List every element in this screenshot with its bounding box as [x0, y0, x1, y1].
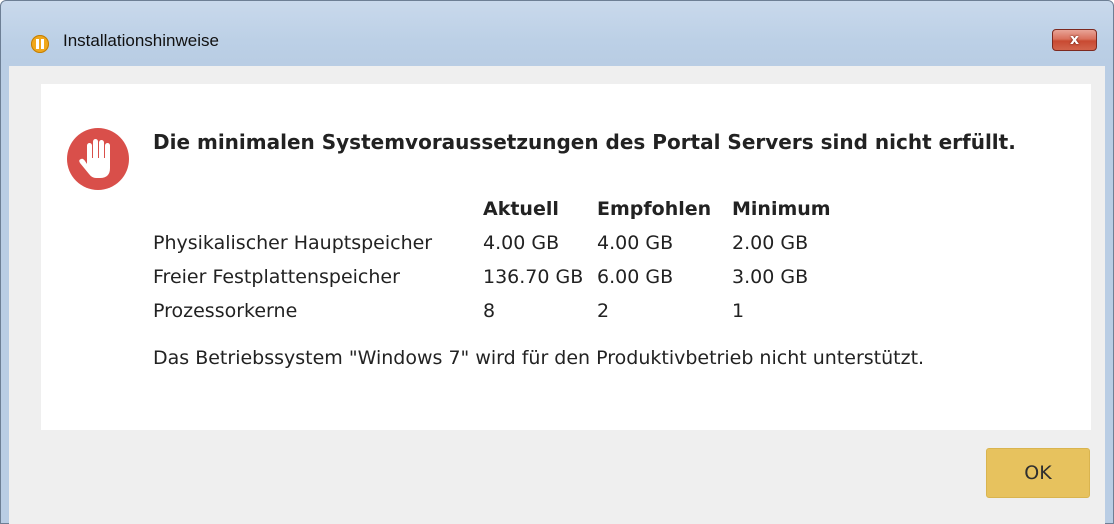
table-cell: 8 — [483, 300, 496, 322]
row-label: Prozessorkerne — [153, 300, 298, 322]
table-cell: 2 — [597, 300, 610, 322]
table-cell: 1 — [732, 300, 745, 322]
message-panel: Die minimalen Systemvoraussetzungen des … — [41, 84, 1091, 430]
row-label: Physikalischer Hauptspeicher — [153, 232, 433, 254]
column-header-aktuell: Aktuell — [483, 198, 559, 220]
close-icon: x — [1069, 32, 1080, 48]
dialog-body: Die minimalen Systemvoraussetzungen des … — [9, 66, 1105, 524]
table-cell: 4.00 GB — [597, 232, 674, 254]
column-header — [153, 192, 483, 226]
close-button[interactable]: x — [1052, 29, 1097, 51]
ok-button[interactable]: OK — [986, 448, 1090, 498]
table-header-row: Aktuell Empfohlen Minimum — [153, 192, 862, 226]
requirements-table: Aktuell Empfohlen Minimum Physikalischer… — [153, 192, 862, 328]
column-header-empfohlen: Empfohlen — [597, 198, 712, 220]
table-cell: 2.00 GB — [732, 232, 809, 254]
table-cell: 6.00 GB — [597, 266, 674, 288]
table-row: Freier Festplattenspeicher 136.70 GB 6.0… — [153, 260, 862, 294]
table-row: Prozessorkerne 8 2 1 — [153, 294, 862, 328]
row-label: Freier Festplattenspeicher — [153, 266, 400, 288]
table-cell: 3.00 GB — [732, 266, 809, 288]
column-header-minimum: Minimum — [732, 198, 831, 220]
title-bar[interactable]: Installationshinweise x — [1, 1, 1113, 61]
table-cell: 136.70 GB — [483, 266, 584, 288]
stop-hand-icon — [67, 128, 129, 190]
table-row: Physikalischer Hauptspeicher 4.00 GB 4.0… — [153, 226, 862, 260]
window-title: Installationshinweise — [63, 31, 219, 50]
dialog-window: Installationshinweise x Die minimalen Sy… — [0, 0, 1114, 524]
os-warning-text: Das Betriebssystem "Windows 7" wird für … — [153, 347, 925, 369]
table-cell: 4.00 GB — [483, 232, 560, 254]
app-logo-icon — [31, 35, 49, 53]
error-heading: Die minimalen Systemvoraussetzungen des … — [153, 130, 1016, 154]
